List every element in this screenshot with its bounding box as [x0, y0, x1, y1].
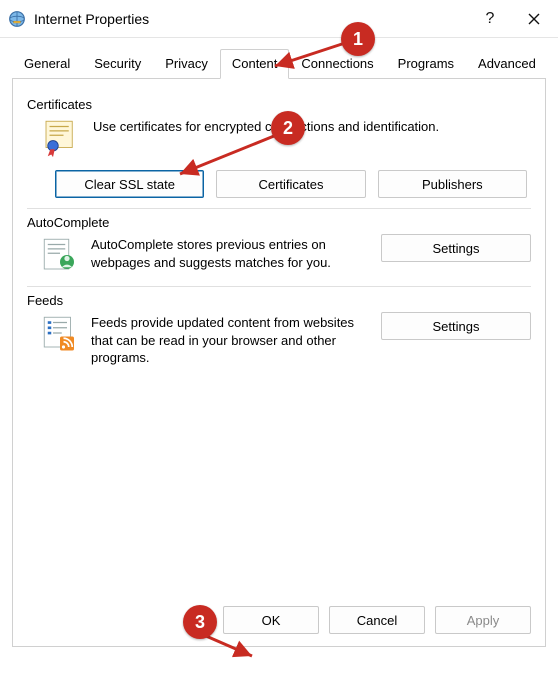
tab-security[interactable]: Security	[82, 49, 153, 79]
divider	[27, 286, 531, 287]
window-title: Internet Properties	[34, 11, 468, 27]
feeds-icon	[39, 312, 81, 354]
tab-general[interactable]: General	[12, 49, 82, 79]
autocomplete-description: AutoComplete stores previous entries on …	[91, 234, 363, 271]
app-icon	[8, 10, 26, 28]
autocomplete-icon	[39, 234, 81, 276]
ok-button[interactable]: OK	[223, 606, 319, 634]
tab-connections[interactable]: Connections	[289, 49, 385, 79]
autocomplete-heading: AutoComplete	[27, 215, 531, 230]
publishers-button[interactable]: Publishers	[378, 170, 527, 198]
annotation-step-3: 3	[183, 605, 217, 639]
certificates-description: Use certificates for encrypted connectio…	[93, 116, 531, 136]
certificate-icon	[39, 116, 81, 158]
annotation-step-1: 1	[341, 22, 375, 56]
titlebar: Internet Properties ?	[0, 0, 558, 38]
apply-button[interactable]: Apply	[435, 606, 531, 634]
certificates-heading: Certificates	[27, 97, 531, 112]
tab-advanced[interactable]: Advanced	[466, 49, 548, 79]
feeds-heading: Feeds	[27, 293, 531, 308]
annotation-step-2: 2	[271, 111, 305, 145]
help-button[interactable]: ?	[468, 3, 512, 35]
cancel-button[interactable]: Cancel	[329, 606, 425, 634]
divider	[27, 208, 531, 209]
certificates-button[interactable]: Certificates	[216, 170, 365, 198]
autocomplete-settings-button[interactable]: Settings	[381, 234, 531, 262]
tab-programs[interactable]: Programs	[386, 49, 466, 79]
tab-panel-content: Certificates Use certificates for encryp…	[12, 79, 546, 647]
feeds-description: Feeds provide updated content from websi…	[91, 312, 363, 367]
clear-ssl-state-button[interactable]: Clear SSL state	[55, 170, 204, 198]
feeds-settings-button[interactable]: Settings	[381, 312, 531, 340]
tab-strip: General Security Privacy Content Connect…	[12, 48, 546, 79]
tab-content[interactable]: Content	[220, 49, 290, 79]
tab-privacy[interactable]: Privacy	[153, 49, 220, 79]
close-button[interactable]	[512, 3, 556, 35]
